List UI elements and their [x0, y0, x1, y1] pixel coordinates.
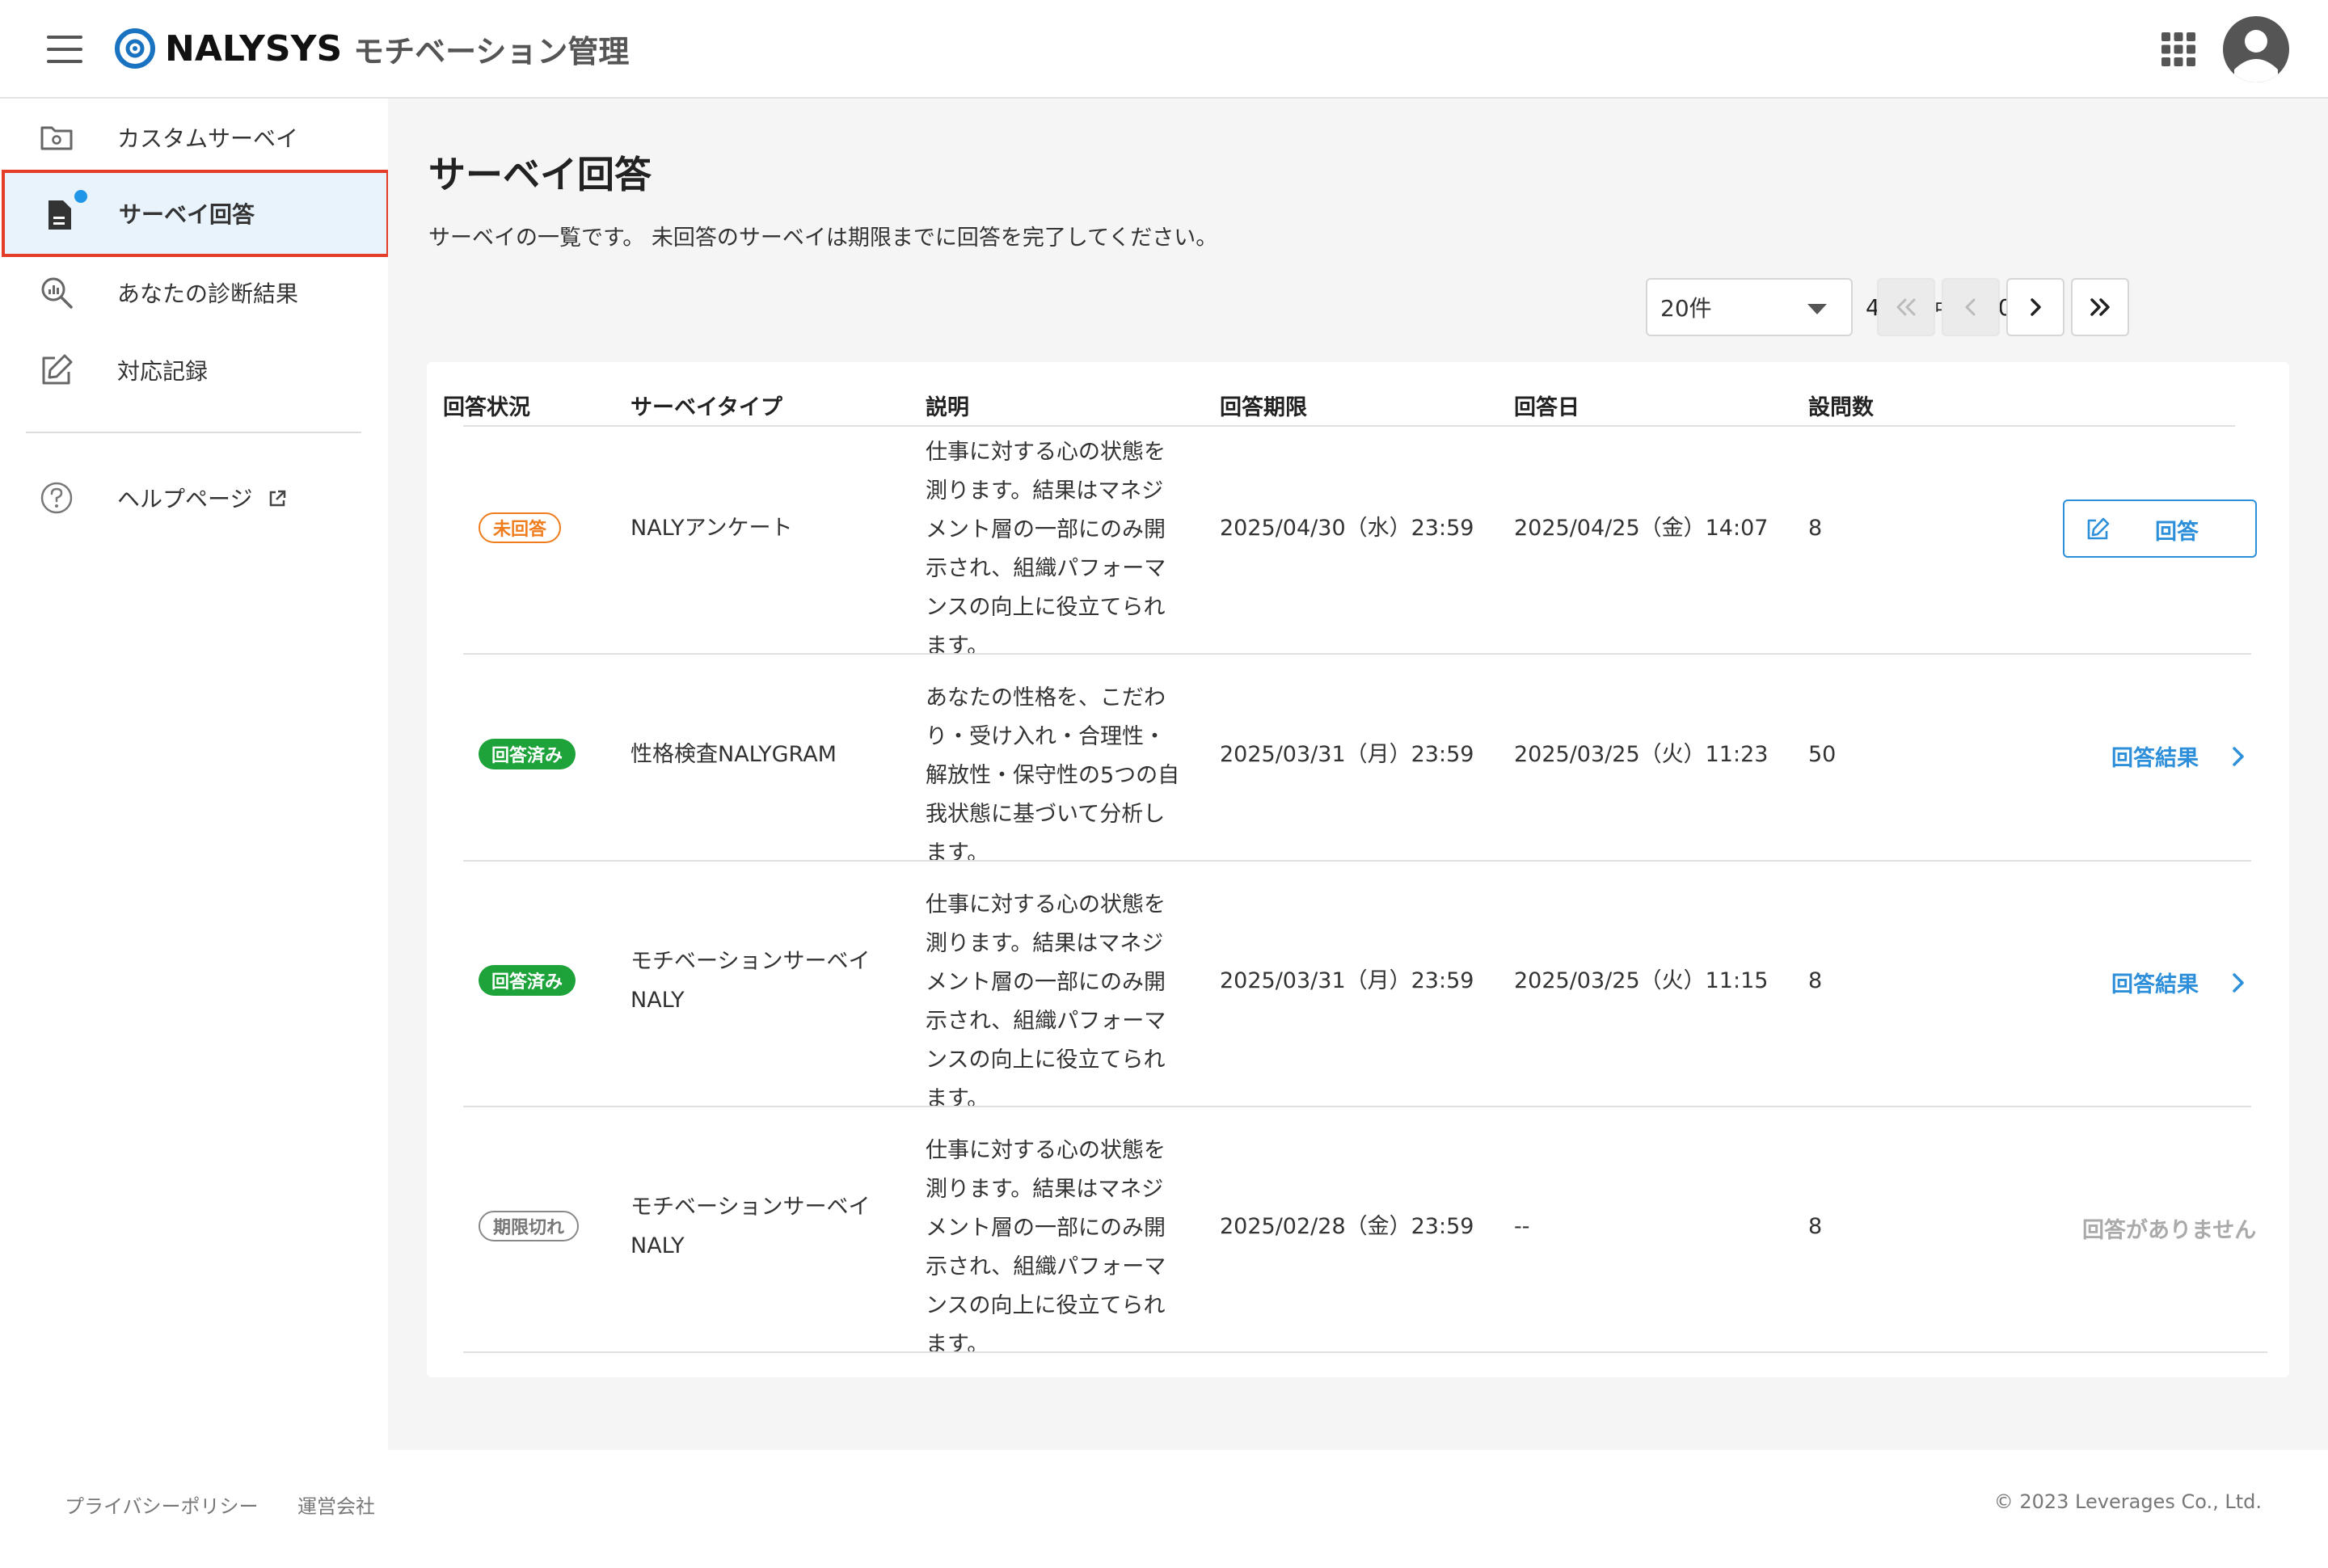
column-header-question-count: 設問数	[1808, 395, 1874, 420]
sidebar-item-diagnosis[interactable]: あなたの診断結果	[0, 254, 388, 331]
brand[interactable]: NALYSYS モチベーション管理	[115, 24, 629, 73]
column-header-status: 回答状況	[443, 395, 530, 420]
answer-button[interactable]: 回答	[2063, 499, 2257, 558]
chevron-left-icon	[1965, 298, 1976, 316]
user-icon	[2234, 30, 2278, 82]
row-divider	[463, 1106, 2251, 1107]
question-count: 8	[1808, 1214, 1823, 1239]
sidebar-item-label: ヘルプページ	[117, 482, 287, 514]
status-badge: 回答済み	[479, 739, 576, 769]
footer: プライバシーポリシー 運営会社 © 2023 Leverages Co., Lt…	[0, 1450, 2328, 1568]
brand-name: NALYSYS	[165, 27, 343, 70]
sidebar-item-label: あなたの診断結果	[117, 280, 299, 307]
external-link-icon	[270, 490, 286, 507]
sidebar-item-survey-answer[interactable]: サーベイ回答	[2, 170, 390, 257]
brand-logo-icon	[115, 28, 155, 69]
caret-down-icon	[1807, 304, 1827, 314]
no-answer-text: 回答がありません	[2082, 1218, 2257, 1243]
apps-grid-icon[interactable]	[2161, 32, 2195, 66]
main-content: サーベイ回答 サーベイの一覧です。 未回答のサーベイは期限までに回答を完了してく…	[388, 99, 2328, 1450]
result-link[interactable]: 回答結果	[2111, 967, 2247, 998]
answered-date: 2025/03/25（火）11:15	[1514, 968, 1769, 993]
survey-description: 仕事に対する心の状態を 測ります。結果はマネジ メント層の一部にのみ開 示され、…	[926, 892, 1166, 1111]
sidebar-item-label: 対応記録	[117, 358, 209, 385]
chevron-right-icon	[2233, 972, 2244, 993]
sidebar-item-custom-survey[interactable]: カスタムサーベイ	[0, 99, 388, 176]
privacy-policy-link[interactable]: プライバシーポリシー	[65, 1490, 259, 1519]
deadline: 2025/03/31（月）23:59	[1220, 742, 1474, 767]
menu-icon[interactable]	[47, 36, 82, 63]
deadline: 2025/04/30（水）23:59	[1220, 516, 1474, 541]
prev-page-button[interactable]	[1942, 278, 2000, 336]
row-divider	[463, 1351, 2267, 1353]
brand-subtitle: モチベーション管理	[353, 33, 630, 70]
last-page-button[interactable]	[2071, 278, 2129, 336]
header-divider	[463, 425, 2235, 427]
sidebar-item-label: カスタムサーベイ	[117, 125, 299, 152]
column-header-deadline: 回答期限	[1220, 395, 1307, 420]
answered-date: 2025/03/25（火）11:23	[1514, 742, 1769, 767]
survey-description: 仕事に対する心の状態を 測ります。結果はマネジ メント層の一部にのみ開 示され、…	[926, 440, 1166, 659]
survey-description: 仕事に対する心の状態を 測ります。結果はマネジ メント層の一部にのみ開 示され、…	[926, 1138, 1166, 1357]
survey-type: NALYアンケート	[630, 516, 793, 541]
question-count: 8	[1808, 968, 1823, 993]
edit-icon	[2087, 517, 2110, 540]
sidebar: カスタムサーベイ サーベイ回答 あなたの診断結果 対応記録 ヘルプページ	[0, 99, 390, 1450]
sidebar-item-help[interactable]: ヘルプページ	[0, 459, 388, 537]
search-chart-icon	[41, 277, 73, 309]
chevron-right-icon	[2233, 746, 2244, 766]
next-page-button[interactable]	[2006, 278, 2064, 336]
copyright: © 2023 Leverages Co., Ltd.	[1993, 1490, 2262, 1513]
survey-type: モチベーションサーベイ NALY	[630, 949, 871, 1013]
question-count: 8	[1808, 516, 1823, 541]
help-icon	[40, 482, 73, 514]
first-page-button[interactable]	[1877, 278, 1935, 336]
document-icon	[48, 200, 71, 230]
sidebar-item-label: サーベイ回答	[119, 201, 255, 228]
edit-icon	[42, 354, 73, 385]
double-chevron-left-icon	[1896, 298, 1916, 316]
result-link[interactable]: 回答結果	[2111, 740, 2247, 772]
status-badge: 未回答	[479, 512, 562, 543]
folder-gear-icon	[40, 126, 73, 150]
survey-description: あなたの性格を、こだわ り・受け入れ・合理性・ 解放性・保守性の5つの自 我状態…	[926, 685, 1180, 866]
sidebar-divider	[26, 432, 361, 433]
chevron-right-icon	[2031, 298, 2041, 316]
column-header-description: 説明	[926, 395, 969, 420]
company-link[interactable]: 運営会社	[297, 1490, 375, 1519]
status-badge: 期限切れ	[479, 1211, 580, 1241]
survey-type: 性格検査NALYGRAM	[630, 742, 837, 767]
deadline: 2025/02/28（金）23:59	[1220, 1214, 1474, 1239]
question-count: 50	[1808, 742, 1837, 767]
sidebar-item-records[interactable]: 対応記録	[0, 331, 388, 409]
row-divider	[463, 653, 2251, 655]
notification-dot	[74, 190, 87, 203]
survey-type: モチベーションサーベイ NALY	[630, 1195, 871, 1258]
row-divider	[463, 860, 2251, 862]
deadline: 2025/03/31（月）23:59	[1220, 968, 1474, 993]
column-header-type: サーベイタイプ	[630, 395, 782, 420]
app-header: NALYSYS モチベーション管理	[0, 0, 2328, 99]
page-description: サーベイの一覧です。 未回答のサーベイは期限までに回答を完了してください。	[428, 226, 1218, 251]
column-header-answered-date: 回答日	[1514, 395, 1579, 420]
status-badge: 回答済み	[479, 965, 576, 996]
double-chevron-right-icon	[2090, 298, 2110, 316]
answered-date: 2025/04/25（金）14:07	[1514, 516, 1769, 541]
answered-date: --	[1514, 1214, 1530, 1239]
per-page-select[interactable]: 20件	[1646, 278, 1853, 336]
page-title: サーベイ回答	[428, 153, 652, 196]
survey-table: 回答状況 サーベイタイプ 説明 回答期限 回答日 設問数 未回答 NALYアンケ…	[427, 362, 2289, 1377]
avatar[interactable]	[2223, 16, 2289, 82]
